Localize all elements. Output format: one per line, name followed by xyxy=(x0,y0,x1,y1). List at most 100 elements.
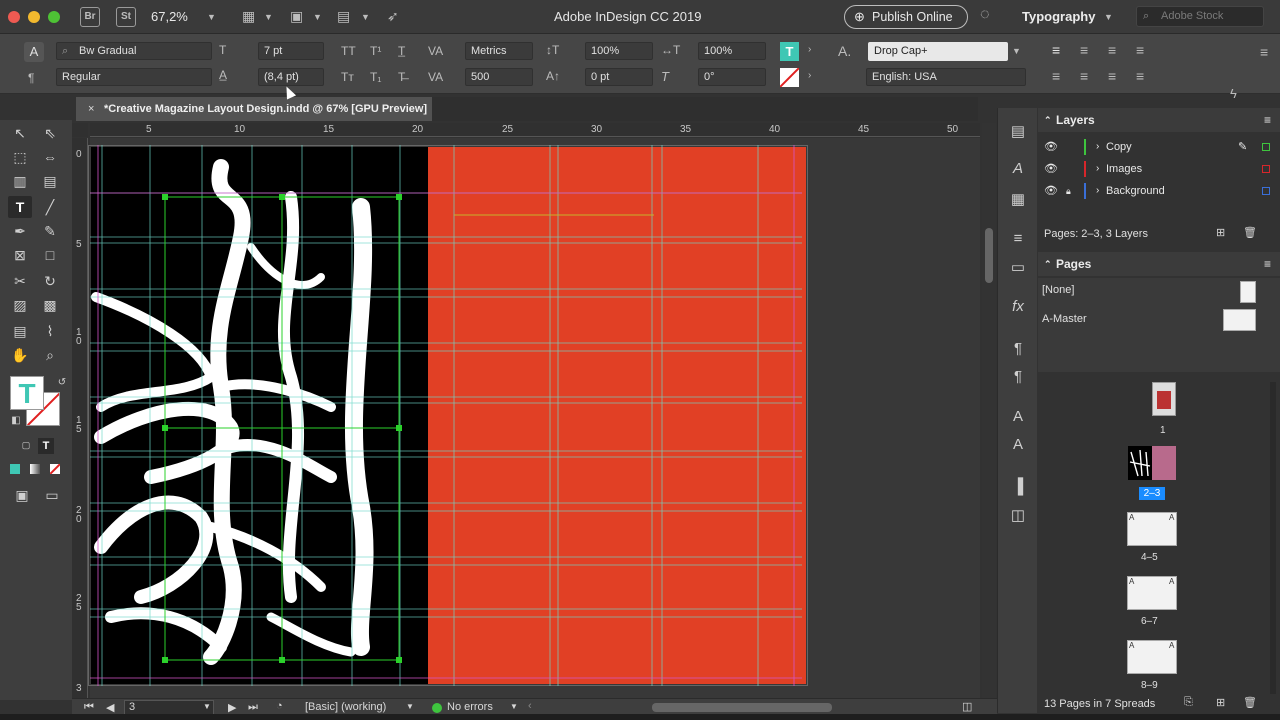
scissors-tool-icon[interactable]: ✂ xyxy=(8,270,32,292)
glyphs-icon[interactable]: ▦ xyxy=(998,190,1038,208)
ruler-origin[interactable] xyxy=(72,123,88,137)
horizontal-ruler[interactable]: 5 10 15 20 25 30 35 40 45 50 xyxy=(90,123,980,137)
screen-mode-chevron-icon[interactable]: ▼ xyxy=(313,12,322,22)
minimize-window-button[interactable] xyxy=(28,11,40,23)
adobe-stock-search-input[interactable]: ⌕ Adobe Stock xyxy=(1136,6,1264,27)
layer-visibility-eye-icon[interactable]: 👁︎ xyxy=(1044,158,1058,180)
control-panel-menu-icon[interactable]: ≡ xyxy=(1260,44,1268,60)
layer-selection-square[interactable] xyxy=(1262,143,1270,151)
workspace-switcher[interactable]: Typography xyxy=(1022,9,1095,24)
apply-gradient-icon[interactable] xyxy=(30,464,40,474)
rectangle-frame-tool-icon[interactable]: ⊠ xyxy=(8,244,32,266)
pen-tool-icon[interactable]: ✒ xyxy=(8,220,32,242)
paragraph-style-chevron-icon[interactable]: ▼ xyxy=(1012,46,1021,56)
pages-scrollbar[interactable] xyxy=(1270,382,1276,694)
page-2-thumbnail[interactable] xyxy=(1128,446,1152,480)
formatting-container-icon[interactable]: ▢ xyxy=(14,434,38,456)
strikethrough-button[interactable]: T̶ xyxy=(398,70,405,84)
stroke-chevron-icon[interactable]: › xyxy=(808,70,811,81)
quick-apply-icon[interactable]: ϟ xyxy=(1230,86,1237,101)
spread-6-7-thumbnail[interactable]: A A xyxy=(1127,576,1177,610)
page-3-thumbnail[interactable] xyxy=(1152,446,1176,480)
layer-row[interactable]: 👁︎ 🔒︎ › Background xyxy=(1038,180,1280,202)
pathfinder-icon[interactable]: ◫ xyxy=(998,506,1038,524)
gpu-performance-icon[interactable]: ➶ xyxy=(387,8,399,25)
vertical-scroll-thumb[interactable] xyxy=(985,228,993,283)
justify-all-icon[interactable]: ≡ xyxy=(1136,68,1144,84)
content-collector-icon[interactable]: ▥ xyxy=(8,170,32,192)
preflight-profile[interactable]: [Basic] (working) xyxy=(305,701,386,713)
master-none-thumbnail[interactable] xyxy=(1240,281,1256,303)
layer-lock-icon[interactable]: 🔒︎ xyxy=(1066,180,1071,202)
normal-screen-mode-icon[interactable]: ▣ xyxy=(10,484,34,506)
spread-2-3-label[interactable]: 2–3 xyxy=(1139,487,1165,500)
publish-online-button[interactable]: ⊕ Publish Online xyxy=(844,5,968,29)
layer-expand-chevron-icon[interactable]: › xyxy=(1096,158,1099,180)
superscript-button[interactable]: T¹ xyxy=(370,44,381,58)
justify-center-icon[interactable]: ≡ xyxy=(1080,68,1088,84)
whats-new-bulb-icon[interactable]: ◌ xyxy=(980,6,990,24)
new-layer-icon[interactable]: ⊞ xyxy=(1216,226,1225,239)
gradient-swatch-tool-icon[interactable]: ▨ xyxy=(8,294,32,316)
close-window-button[interactable] xyxy=(8,11,20,23)
document-tab[interactable]: × *Creative Magazine Layout Design.indd … xyxy=(76,97,432,121)
small-caps-button[interactable]: Tт xyxy=(341,70,354,84)
last-page-icon[interactable]: ⏭ xyxy=(248,701,258,714)
font-family-field[interactable]: ⌕ Bw Gradual xyxy=(56,42,212,60)
workspace-chevron-icon[interactable]: ▼ xyxy=(1104,12,1113,22)
paragraph-styles-icon[interactable]: ¶ xyxy=(998,340,1038,357)
layer-expand-chevron-icon[interactable]: › xyxy=(1096,136,1099,158)
gap-tool-icon[interactable]: ⇔ xyxy=(38,146,62,168)
subscript-button[interactable]: T₁ xyxy=(370,70,381,84)
direct-selection-tool-icon[interactable]: ⇖ xyxy=(38,122,62,144)
cc-libraries-icon[interactable]: ▤ xyxy=(998,122,1038,140)
page-number-field[interactable]: 3 xyxy=(124,700,214,715)
screen-mode-icon[interactable]: ▣ xyxy=(290,8,303,25)
justify-left-icon[interactable]: ≡ xyxy=(1052,68,1060,84)
paragraph-formatting-icon[interactable]: ¶ xyxy=(28,71,34,85)
rectangle-tool-icon[interactable]: □ xyxy=(38,244,62,266)
align-center-icon[interactable]: ≡ xyxy=(1080,42,1088,58)
open-document-status-icon[interactable]: ◔ xyxy=(276,700,283,712)
character-formatting-icon[interactable]: A xyxy=(24,42,44,62)
character-panel-icon[interactable]: A xyxy=(998,408,1038,425)
layer-selection-square[interactable] xyxy=(1262,165,1270,173)
fill-chevron-icon[interactable]: › xyxy=(808,44,811,55)
hand-tool-icon[interactable]: ✋ xyxy=(8,344,32,366)
paragraph-panel-icon[interactable]: ¶ xyxy=(998,368,1038,385)
maximize-window-button[interactable] xyxy=(48,11,60,23)
pages-panel-header[interactable]: ⌃ Pages ≡ xyxy=(1038,252,1280,276)
gradient-feather-tool-icon[interactable]: ▩ xyxy=(38,294,62,316)
effects-icon[interactable]: fx xyxy=(998,298,1038,315)
page-number-chevron-icon[interactable]: ▼ xyxy=(203,702,211,711)
vertical-scrollbar[interactable] xyxy=(982,123,996,698)
underline-button[interactable]: T̲ xyxy=(398,44,405,58)
close-tab-icon[interactable]: × xyxy=(88,97,94,121)
kerning-field[interactable]: Metrics xyxy=(465,42,533,60)
scroll-left-icon[interactable]: ‹ xyxy=(528,700,532,712)
delete-layer-icon[interactable]: 🗑︎ xyxy=(1243,226,1257,239)
horizontal-scroll-thumb[interactable] xyxy=(652,703,832,712)
swap-fill-stroke-icon[interactable]: ↺ xyxy=(50,372,74,394)
note-tool-icon[interactable]: ▤ xyxy=(8,320,32,342)
fill-swatch-front[interactable]: T xyxy=(10,376,44,410)
preflight-menu-chevron-icon[interactable]: ▼ xyxy=(510,702,518,711)
free-transform-tool-icon[interactable]: ↻ xyxy=(38,270,62,292)
justify-right-icon[interactable]: ≡ xyxy=(1108,68,1116,84)
selection-tool-icon[interactable]: ↖ xyxy=(8,122,32,144)
arrange-documents-icon[interactable]: ▤ xyxy=(337,8,350,25)
all-caps-button[interactable]: TT xyxy=(341,44,356,58)
layers-panel-header[interactable]: ⌃ Layers ≡ xyxy=(1038,108,1280,132)
vertical-ruler[interactable]: 0 5 1 0 1 5 2 0 2 5 3 xyxy=(72,138,88,698)
default-fill-stroke-icon[interactable]: ◧ xyxy=(4,410,28,432)
horizontal-scale-field[interactable]: 100% xyxy=(698,42,766,60)
zoom-level[interactable]: 67,2% xyxy=(151,9,188,24)
layer-expand-chevron-icon[interactable]: › xyxy=(1096,180,1099,202)
bridge-button[interactable]: Br xyxy=(80,7,100,27)
stock-app-button[interactable]: St xyxy=(116,7,136,27)
view-options-chevron-icon[interactable]: ▼ xyxy=(264,12,273,22)
layer-row[interactable]: 👁︎ › Copy ✎ xyxy=(1038,136,1280,158)
text-wrap-icon[interactable]: A xyxy=(998,436,1038,453)
align-right-icon[interactable]: ≡ xyxy=(1108,42,1116,58)
type-tool-icon[interactable]: T xyxy=(8,196,32,218)
